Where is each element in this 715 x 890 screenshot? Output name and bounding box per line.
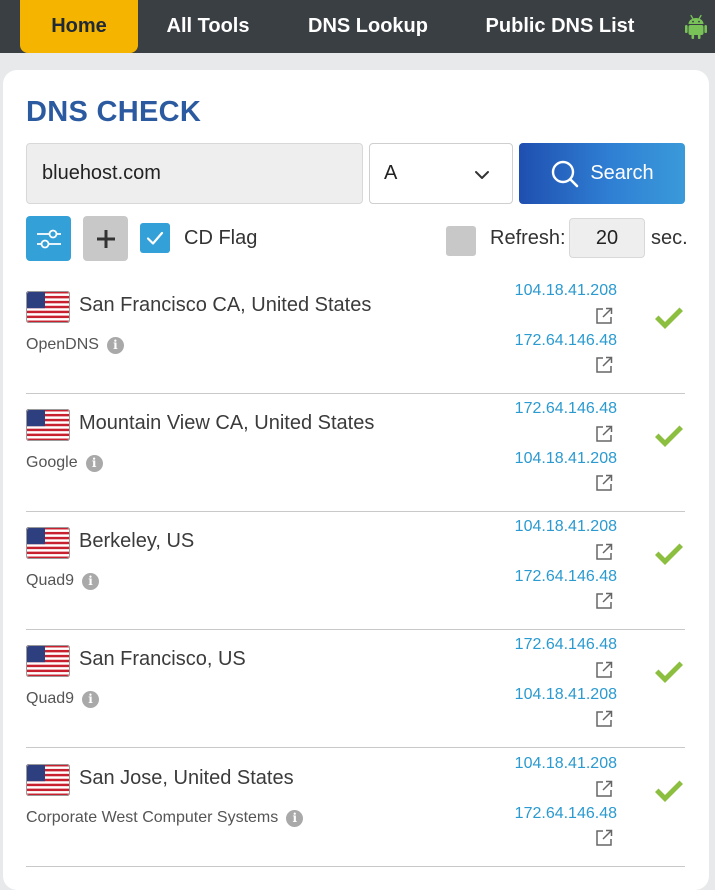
info-icon[interactable]: i [286, 809, 304, 827]
ip-address-link[interactable]: 104.18.41.208 [515, 755, 617, 773]
check-success-icon [655, 307, 683, 329]
server-location: San Francisco, US [79, 648, 246, 670]
server-provider: OpenDNS i [26, 336, 124, 354]
external-link-icon[interactable] [594, 591, 614, 611]
seconds-label: sec. [651, 227, 688, 249]
ip-address-link[interactable]: 104.18.41.208 [515, 282, 617, 300]
server-provider: Google i [26, 454, 103, 472]
ip-address-link[interactable]: 104.18.41.208 [515, 518, 617, 536]
us-flag-icon [26, 527, 70, 559]
ip-address-link[interactable]: 172.64.146.48 [515, 332, 617, 350]
info-icon[interactable]: i [82, 690, 100, 708]
ip-address-link[interactable]: 104.18.41.208 [515, 686, 617, 704]
server-location: Berkeley, US [79, 530, 195, 552]
provider-name: Quad9 [26, 690, 75, 707]
result-row: Mountain View CA, United States Google i… [26, 394, 685, 512]
external-link-icon[interactable] [594, 828, 614, 848]
domain-input[interactable] [26, 143, 363, 204]
add-server-button[interactable] [83, 216, 128, 261]
server-provider: Quad9 i [26, 690, 100, 708]
provider-name: OpenDNS [26, 336, 99, 353]
ip-address-link[interactable]: 172.64.146.48 [515, 805, 617, 823]
external-link-icon[interactable] [594, 709, 614, 729]
android-icon[interactable] [684, 14, 708, 40]
checkmark-icon [146, 231, 164, 245]
check-success-icon [655, 425, 683, 447]
record-type-value: A [384, 162, 398, 184]
ip-address-link[interactable]: 104.18.41.208 [515, 450, 617, 468]
ip-address-link[interactable]: 172.64.146.48 [515, 568, 617, 586]
tab-public-dns-list[interactable]: Public DNS List [474, 0, 646, 53]
tab-home[interactable]: Home [20, 0, 138, 53]
info-icon[interactable]: i [106, 336, 124, 354]
ip-address-link[interactable]: 172.64.146.48 [515, 400, 617, 418]
search-button-label: Search [590, 162, 654, 184]
ip-address-link[interactable]: 172.64.146.48 [515, 636, 617, 654]
us-flag-icon [26, 409, 70, 441]
us-flag-icon [26, 291, 70, 323]
settings-button[interactable] [26, 216, 71, 261]
external-link-icon[interactable] [594, 779, 614, 799]
external-link-icon[interactable] [594, 355, 614, 375]
us-flag-icon [26, 645, 70, 677]
row-divider [26, 747, 685, 748]
plus-icon [96, 229, 115, 248]
external-link-icon[interactable] [594, 424, 614, 444]
info-icon[interactable]: i [85, 454, 103, 472]
search-button[interactable]: Search [519, 143, 685, 204]
row-divider [26, 866, 685, 867]
external-link-icon[interactable] [594, 306, 614, 326]
server-provider: Quad9 i [26, 572, 100, 590]
server-location: San Jose, United States [79, 767, 294, 789]
check-success-icon [655, 661, 683, 683]
top-nav: Home All Tools DNS Lookup Public DNS Lis… [0, 0, 715, 53]
page-title: DNS CHECK [26, 96, 202, 128]
tab-all-tools[interactable]: All Tools [150, 0, 266, 53]
check-success-icon [655, 780, 683, 802]
chevron-down-icon [475, 171, 489, 179]
check-success-icon [655, 543, 683, 565]
cd-flag-label: CD Flag [184, 227, 258, 249]
external-link-icon[interactable] [594, 473, 614, 493]
server-location: San Francisco CA, United States [79, 294, 372, 316]
result-row: Berkeley, US Quad9 i 104.18.41.208 172.6… [26, 512, 685, 630]
info-icon[interactable]: i [82, 572, 100, 590]
provider-name: Corporate West Computer Systems [26, 809, 279, 826]
provider-name: Google [26, 454, 78, 471]
external-link-icon[interactable] [594, 542, 614, 562]
refresh-checkbox[interactable] [446, 226, 476, 256]
refresh-interval-input[interactable] [569, 218, 645, 258]
provider-name: Quad9 [26, 572, 75, 589]
search-icon [552, 160, 579, 187]
result-row: San Francisco, US Quad9 i 172.64.146.48 … [26, 630, 685, 748]
result-row: San Jose, United States Corporate West C… [26, 749, 685, 867]
tab-dns-lookup[interactable]: DNS Lookup [296, 0, 440, 53]
cd-flag-checkbox[interactable] [140, 223, 170, 253]
server-location: Mountain View CA, United States [79, 412, 375, 434]
record-type-select[interactable]: A [369, 143, 513, 204]
us-flag-icon [26, 764, 70, 796]
sliders-icon [36, 229, 61, 248]
result-row: San Francisco CA, United States OpenDNS … [26, 276, 685, 394]
refresh-label: Refresh: [490, 227, 566, 249]
server-provider: Corporate West Computer Systems i [26, 809, 304, 827]
external-link-icon[interactable] [594, 660, 614, 680]
